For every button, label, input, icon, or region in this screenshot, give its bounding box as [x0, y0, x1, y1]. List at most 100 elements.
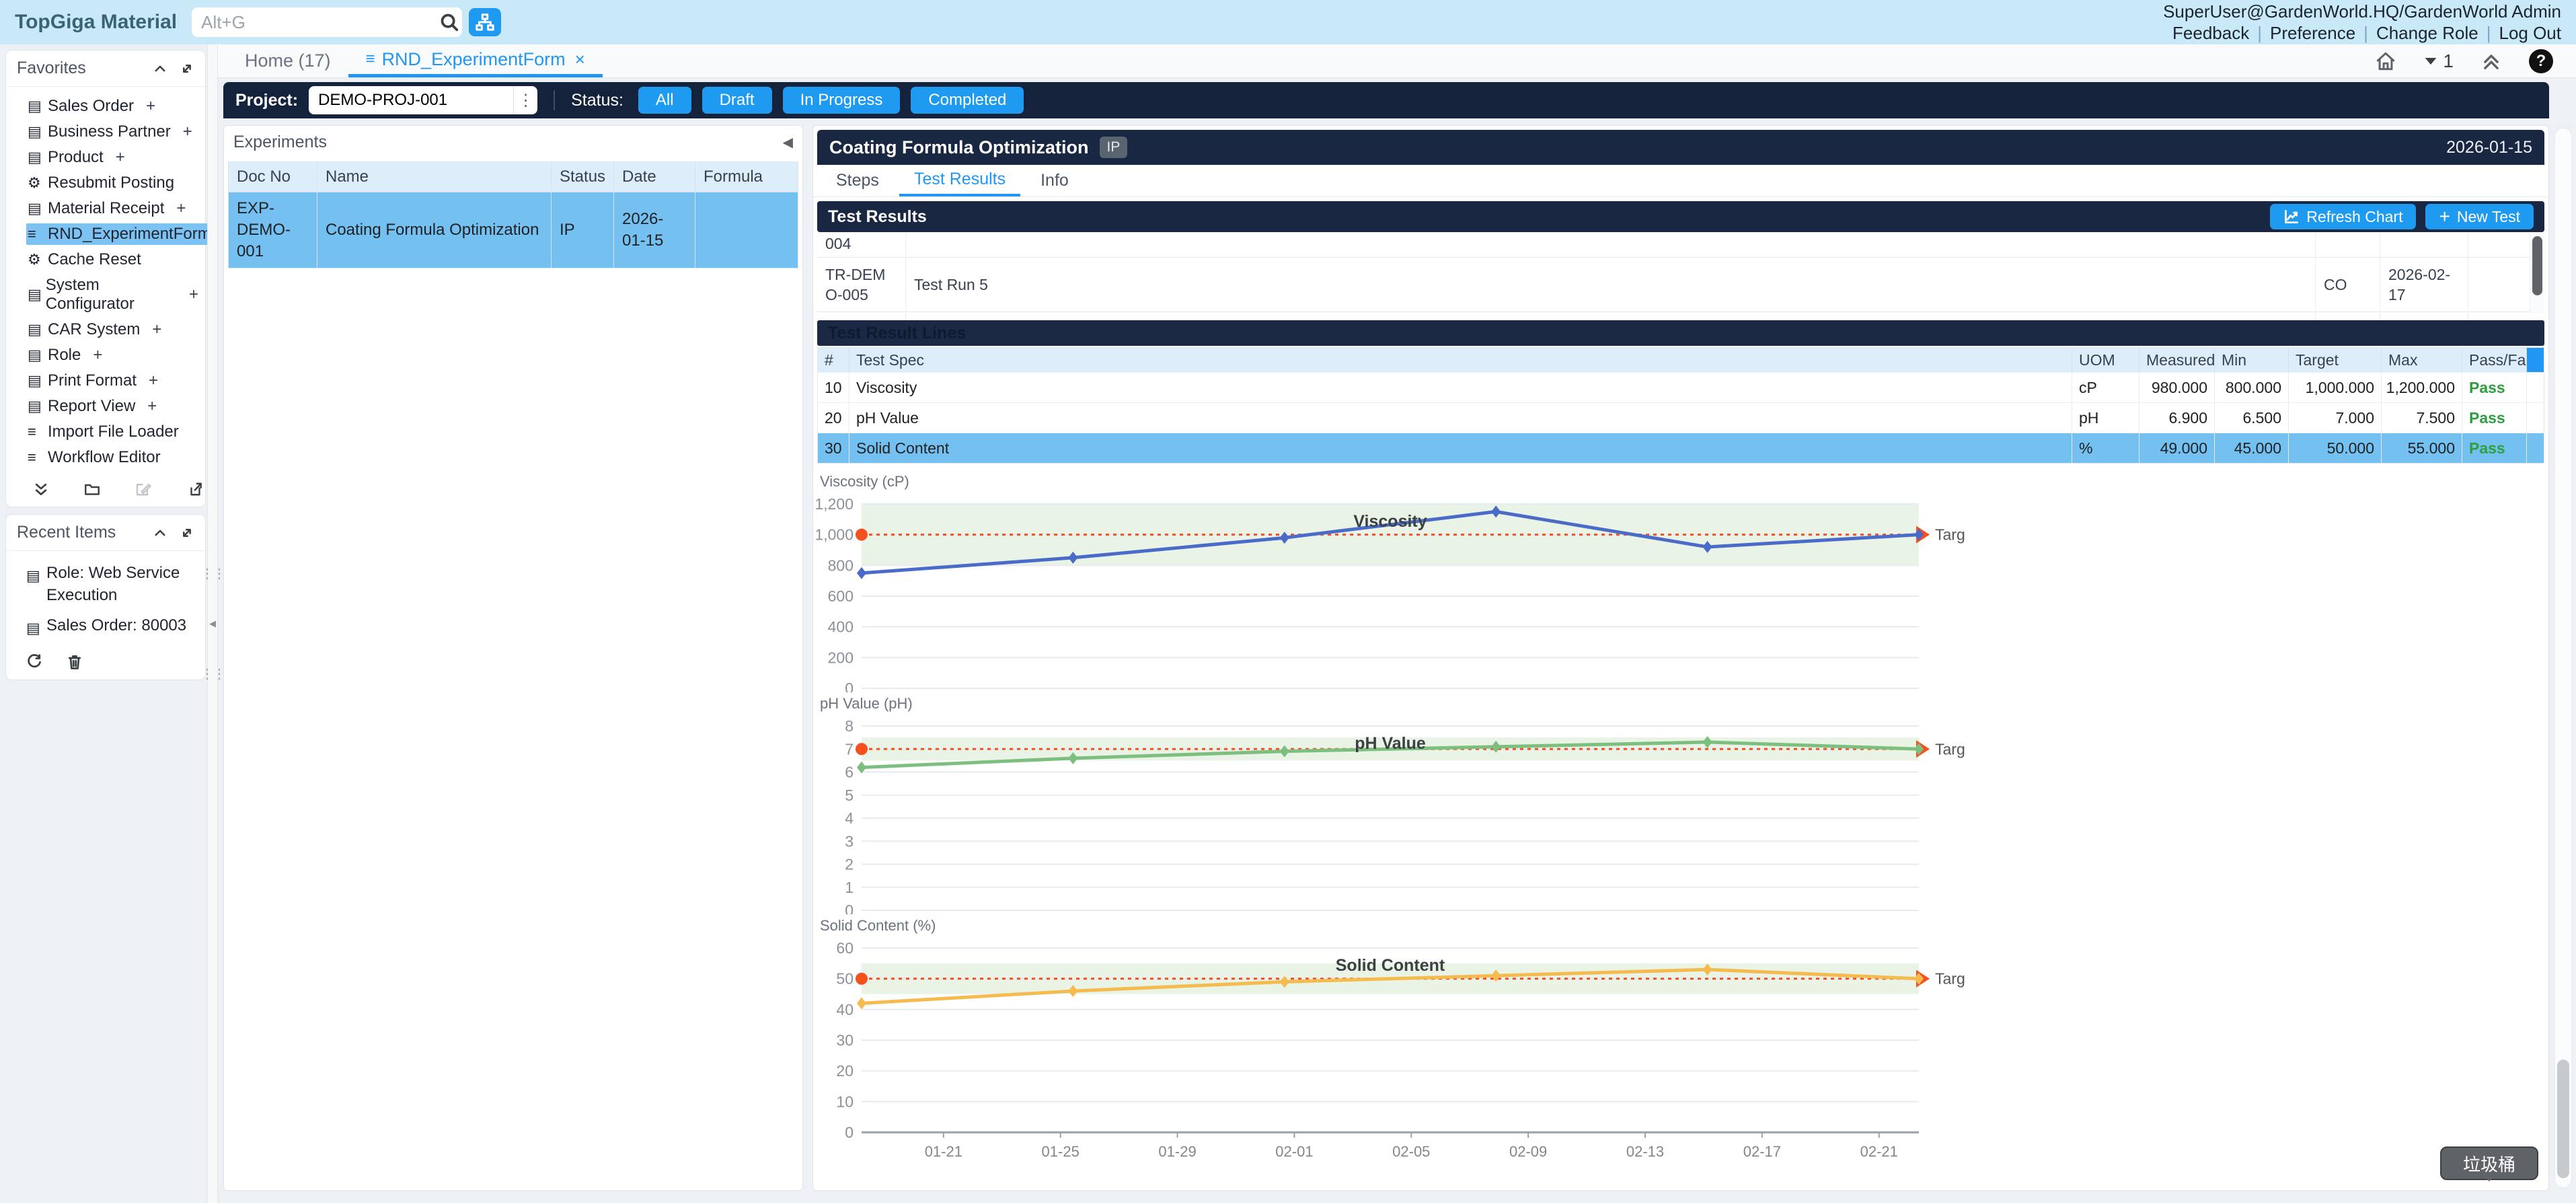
sidebar-item-cache-reset[interactable]: ⚙Cache Reset [6, 247, 205, 272]
new-record-icon[interactable]: + [152, 320, 161, 339]
sidebar-item-car-system[interactable]: ▤CAR System+ [6, 317, 205, 342]
collapse-all-tabs-icon[interactable] [2480, 50, 2502, 72]
column-header-max[interactable]: Max [2381, 348, 2462, 372]
new-record-icon[interactable]: + [176, 199, 186, 218]
search-input[interactable] [192, 9, 436, 36]
column-header-status[interactable]: Status [552, 162, 614, 192]
tab-home[interactable]: Home (17) [227, 44, 348, 77]
new-record-icon[interactable]: + [146, 97, 155, 116]
column-header-date[interactable]: Date [614, 162, 695, 192]
tab-close-icon[interactable]: × [575, 49, 585, 70]
cell-line-no: 30 [818, 433, 849, 463]
cell-doc-no: EXP-DEMO-001 [229, 192, 317, 268]
column-header-pass-fail[interactable]: Pass/Fail [2462, 348, 2526, 372]
column-config-button[interactable] [2526, 348, 2544, 372]
detail-tab-test-results[interactable]: Test Results [899, 165, 1020, 196]
sidebar-item-print-format[interactable]: ▤Print Format+ [6, 368, 205, 394]
user-link-feedback[interactable]: Feedback [2172, 23, 2249, 43]
result-line-row[interactable]: 10ViscositycP980.000800.0001,000.0001,20… [818, 372, 2544, 402]
column-header-min[interactable]: Min [2214, 348, 2288, 372]
column-header-doc-no[interactable]: Doc No [229, 162, 317, 192]
detail-tab-steps[interactable]: Steps [821, 165, 894, 196]
result-line-row[interactable]: 30Solid Content%49.00045.00050.00055.000… [818, 433, 2544, 463]
panel-collapse-icon[interactable]: ◀ [783, 134, 793, 151]
column-header-[interactable]: # [818, 348, 849, 372]
splitter-collapse-icon[interactable]: ◀ [209, 618, 216, 629]
sidebar-item-workflow-editor[interactable]: ≡Workflow Editor [6, 445, 205, 470]
sidebar-item-report-view[interactable]: ▤Report View+ [6, 394, 205, 419]
refresh-chart-button[interactable]: Refresh Chart [2270, 204, 2416, 229]
recent-item-role-web-service-execution[interactable]: ▤Role: Web Service Execution [6, 558, 205, 610]
new-record-icon[interactable]: + [93, 346, 102, 365]
sidebar-splitter[interactable]: ⋮⋮ ◀ ⋮⋮ [207, 44, 218, 1203]
sidebar-item-business-partner[interactable]: ▤Business Partner+ [6, 119, 205, 145]
chart-viscosity: 02004006008001,0001,200TargViscosity [816, 490, 2000, 692]
column-header-uom[interactable]: UOM [2072, 348, 2139, 372]
sidebar-item-product[interactable]: ▤Product+ [6, 145, 205, 170]
column-header-test-spec[interactable]: Test Spec [849, 348, 2072, 372]
sidebar-item-rnd-experimentform[interactable]: ≡RND_ExperimentForm [6, 221, 205, 247]
expand-icon[interactable] [180, 525, 194, 540]
column-header-formula[interactable]: Formula [695, 162, 798, 192]
chart-axis-label: pH Value (pH) [820, 695, 2548, 713]
cell-spacer [2526, 433, 2544, 463]
detail-tab-info[interactable]: Info [1026, 165, 1084, 196]
project-input[interactable] [309, 91, 513, 110]
runs-scrollbar-thumb[interactable] [2532, 236, 2542, 295]
status-filter-draft[interactable]: Draft [702, 87, 772, 114]
new-record-icon[interactable]: + [183, 122, 192, 141]
collapse-all-icon[interactable] [33, 481, 49, 497]
test-run-row[interactable]: TR-DEMO-005Test Run 5CO2026-02-17 [817, 258, 2544, 312]
runs-scrollbar[interactable] [2530, 232, 2544, 314]
share-icon[interactable] [186, 481, 202, 497]
new-record-icon[interactable]: + [147, 397, 157, 416]
project-field[interactable]: ⋮ [309, 86, 537, 114]
test-run-row-partial[interactable]: 004 [817, 232, 2544, 258]
project-more-icon[interactable]: ⋮ [513, 86, 537, 114]
user-link-log-out[interactable]: Log Out [2499, 23, 2561, 43]
result-line-row[interactable]: 20pH ValuepH6.9006.5007.0007.500Pass [818, 402, 2544, 433]
status-filter-all[interactable]: All [638, 87, 691, 114]
sitemap-button[interactable] [469, 8, 501, 36]
help-icon[interactable]: ? [2529, 49, 2553, 73]
sidebar-item-role[interactable]: ▤Role + [6, 342, 205, 368]
collapse-up-icon[interactable] [153, 525, 167, 540]
expand-icon[interactable] [180, 61, 194, 76]
page-scrollbar-thumb[interactable] [2557, 1060, 2569, 1178]
column-header-target[interactable]: Target [2288, 348, 2381, 372]
folder-icon[interactable] [84, 481, 100, 497]
collapse-up-icon[interactable] [153, 61, 167, 76]
status-filter-in-progress[interactable]: In Progress [783, 87, 901, 114]
experiments-table-header[interactable]: Doc NoNameStatusDateFormula [229, 162, 798, 192]
trash-icon[interactable] [67, 654, 83, 670]
experiment-row[interactable]: EXP-DEMO-001Coating Formula Optimization… [229, 192, 798, 268]
user-link-change-role[interactable]: Change Role [2376, 23, 2478, 43]
column-header-measured[interactable]: Measured [2139, 348, 2214, 372]
window-count-dropdown[interactable]: 1 [2424, 50, 2454, 72]
sidebar-item-inner: ▤Role [26, 344, 86, 366]
column-header-name[interactable]: Name [317, 162, 552, 192]
page-scrollbar[interactable] [2554, 128, 2572, 1188]
new-record-icon[interactable]: + [116, 148, 125, 167]
sidebar-item-system-configurator[interactable]: ▤System Configurator+ [6, 272, 205, 317]
edit-icon[interactable] [135, 481, 151, 497]
new-test-button[interactable]: + New Test [2425, 204, 2534, 229]
sidebar-item-label: Material Receipt [48, 199, 164, 218]
new-record-icon[interactable]: + [189, 285, 198, 304]
sidebar-item-material-receipt[interactable]: ▤Material Receipt+ [6, 196, 205, 221]
sidebar-item-resubmit-posting[interactable]: ⚙Resubmit Posting [6, 170, 205, 196]
user-link-preference[interactable]: Preference [2270, 23, 2355, 43]
cell-measured: 980.000 [2139, 373, 2214, 402]
sidebar-item-label: Import File Loader [48, 423, 179, 441]
home-icon[interactable] [2374, 50, 2397, 73]
global-search[interactable] [192, 7, 462, 37]
search-icon[interactable] [436, 12, 462, 32]
result-lines-header[interactable]: #Test SpecUOMMeasuredMinTargetMaxPass/Fa… [818, 348, 2544, 372]
recent-item-sales-order-80003[interactable]: ▤Sales Order: 80003 [6, 610, 205, 643]
sidebar-item-import-file-loader[interactable]: ≡Import File Loader [6, 419, 205, 445]
new-record-icon[interactable]: + [149, 371, 158, 390]
tab-rnd-experimentform[interactable]: ≡ RND_ExperimentForm × [348, 44, 603, 77]
sidebar-item-sales-order[interactable]: ▤Sales Order+ [6, 94, 205, 119]
status-filter-completed[interactable]: Completed [911, 87, 1024, 114]
refresh-icon[interactable] [26, 654, 42, 670]
